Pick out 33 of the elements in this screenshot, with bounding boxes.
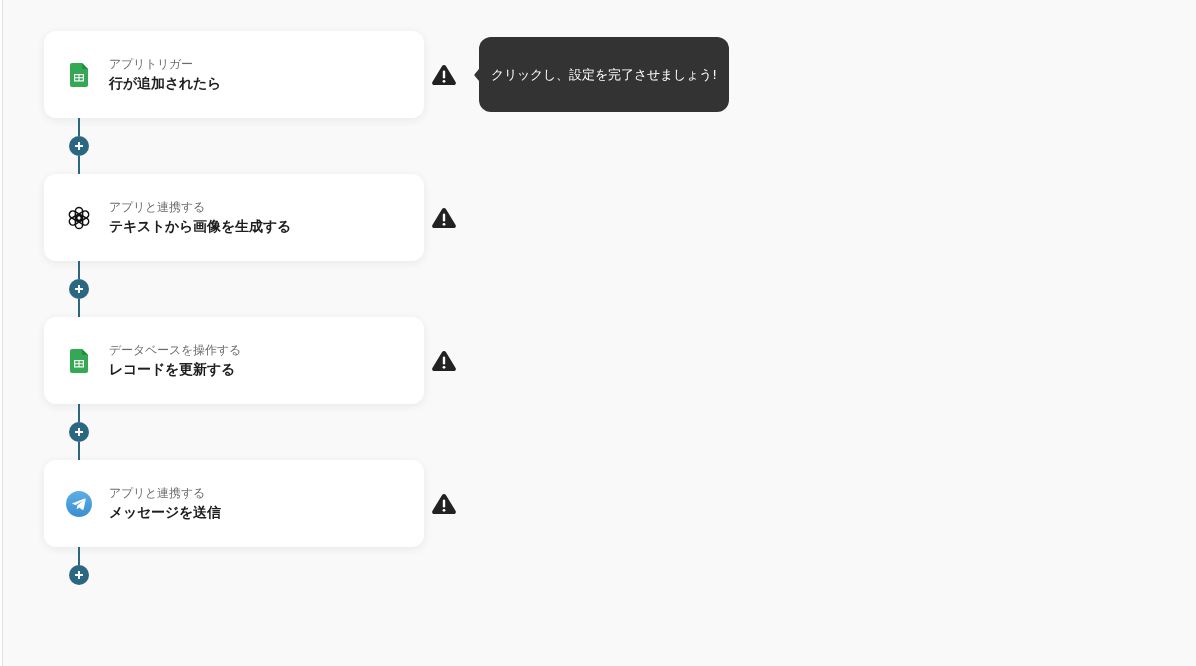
- add-step-button[interactable]: [69, 422, 89, 442]
- paper-plane-icon: [66, 490, 92, 517]
- tooltip: クリックし、設定を完了させましょう!: [479, 37, 730, 112]
- step-subtitle: アプリと連携する: [109, 485, 206, 501]
- plus-icon: [75, 428, 83, 436]
- step-card[interactable]: アプリと連携する テキストから画像を生成する: [44, 174, 424, 261]
- step-title: テキストから画像を生成する: [109, 216, 291, 236]
- connector-line: [78, 118, 80, 136]
- connector-line: [78, 404, 80, 422]
- step-card[interactable]: アプリトリガー 行が追加されたら: [44, 31, 424, 118]
- plus-icon: [75, 285, 83, 293]
- connector-line: [78, 299, 80, 317]
- spreadsheet-icon: [70, 62, 88, 87]
- connector-line: [78, 156, 80, 174]
- connector-line: [78, 442, 80, 460]
- plus-icon: [75, 142, 83, 150]
- step-card[interactable]: アプリと連携する メッセージを送信: [44, 460, 424, 547]
- step-card[interactable]: データベースを操作する レコードを更新する: [44, 317, 424, 404]
- plus-icon: [75, 571, 83, 579]
- step-title: レコードを更新する: [109, 359, 236, 379]
- tooltip-pointer-icon: [474, 68, 479, 81]
- step-subtitle: アプリトリガー: [109, 56, 194, 72]
- add-step-button[interactable]: [69, 136, 89, 156]
- connector-line: [78, 261, 80, 279]
- step-subtitle: データベースを操作する: [109, 342, 241, 358]
- step-title: メッセージを送信: [109, 502, 221, 522]
- step-subtitle: アプリと連携する: [109, 199, 206, 215]
- connector-line: [78, 547, 80, 565]
- interlaced-knot-icon: [67, 205, 91, 230]
- step-title: 行が追加されたら: [109, 73, 221, 93]
- add-step-button[interactable]: [69, 565, 89, 585]
- add-step-button[interactable]: [69, 279, 89, 299]
- spreadsheet-icon: [70, 348, 88, 373]
